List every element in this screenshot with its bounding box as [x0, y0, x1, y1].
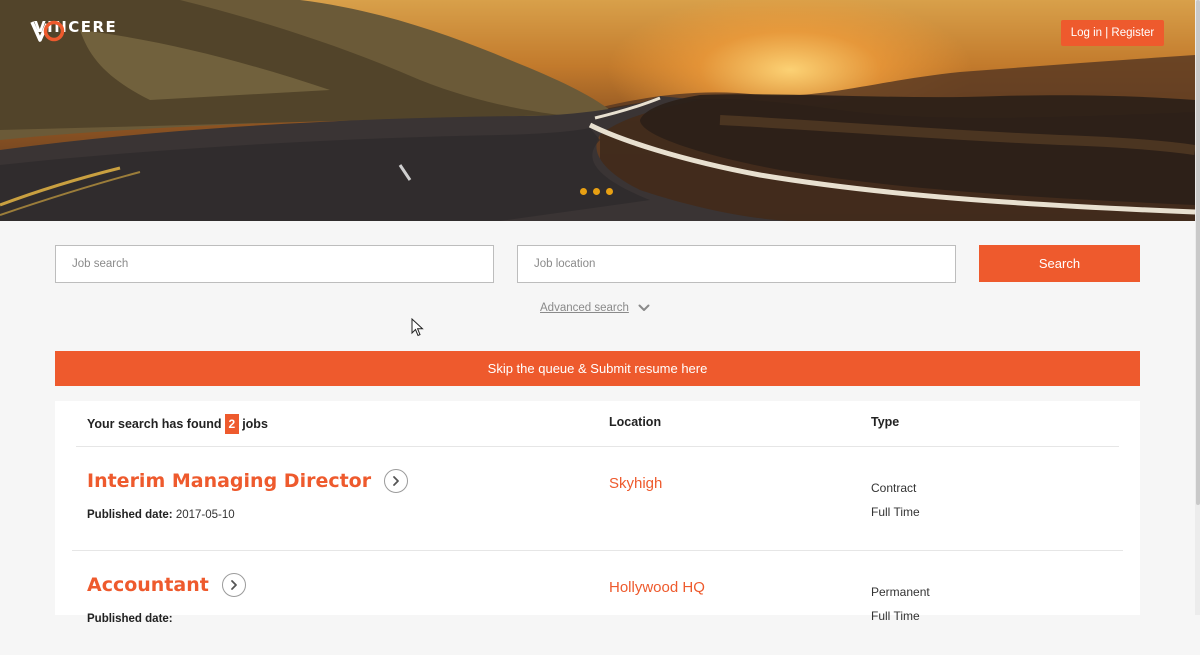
job-type: Full Time [871, 609, 920, 623]
search-button[interactable]: Search [979, 245, 1140, 282]
hero-banner: VINCERE Log in | Register [0, 0, 1195, 221]
job-type: Full Time [871, 505, 920, 519]
job-type: Contract [871, 481, 917, 495]
brand-logo[interactable]: VINCERE [30, 18, 117, 42]
vincere-logo-icon [30, 20, 65, 42]
job-title-group: Interim Managing Director [87, 469, 409, 493]
carousel-dot[interactable] [580, 188, 587, 195]
advanced-search-link[interactable]: Advanced search [540, 302, 629, 314]
job-location-input[interactable] [517, 245, 956, 283]
results-found-prefix: Your search has found [87, 417, 222, 431]
job-row: Interim Managing Director Published date… [72, 447, 1123, 551]
carousel-dots [580, 188, 613, 195]
job-title-group: Accountant [87, 573, 246, 597]
job-location[interactable]: Hollywood HQ [609, 579, 705, 596]
job-title-link[interactable]: Accountant [87, 574, 209, 596]
job-type: Permanent [871, 585, 930, 599]
mouse-cursor-icon [411, 318, 424, 337]
column-header-location: Location [609, 415, 662, 429]
job-row: Accountant Published date: Hollywood HQ … [72, 551, 1123, 655]
job-results-panel: Your search has found 2 jobs Location Ty… [55, 401, 1140, 625]
chevron-down-icon[interactable] [638, 304, 650, 312]
job-location[interactable]: Skyhigh [609, 475, 662, 492]
carousel-dot[interactable] [606, 188, 613, 195]
job-title-link[interactable]: Interim Managing Director [87, 470, 371, 492]
submit-resume-banner[interactable]: Skip the queue & Submit resume here [55, 351, 1140, 386]
results-header: Your search has found 2 jobs Location Ty… [76, 401, 1119, 447]
results-count: Your search has found 2 jobs [87, 414, 268, 434]
carousel-dot[interactable] [593, 188, 600, 195]
job-types: Permanent Full Time [871, 580, 930, 628]
job-published: Published date: 2017-05-10 [87, 509, 235, 521]
published-date: 2017-05-10 [175, 509, 235, 521]
chevron-right-circle-icon[interactable] [221, 573, 246, 597]
published-label: Published date: [87, 509, 173, 521]
job-types: Contract Full Time [871, 476, 920, 524]
job-search-input[interactable] [55, 245, 494, 283]
advanced-search-toggle[interactable]: Advanced search [540, 302, 650, 314]
chevron-right-circle-icon[interactable] [384, 469, 409, 493]
login-register-button[interactable]: Log in | Register [1061, 20, 1164, 46]
page-scrollbar-thumb[interactable] [1196, 0, 1200, 505]
results-count-badge: 2 [224, 414, 240, 434]
column-header-type: Type [871, 415, 900, 429]
results-found-suffix: jobs [242, 417, 268, 431]
